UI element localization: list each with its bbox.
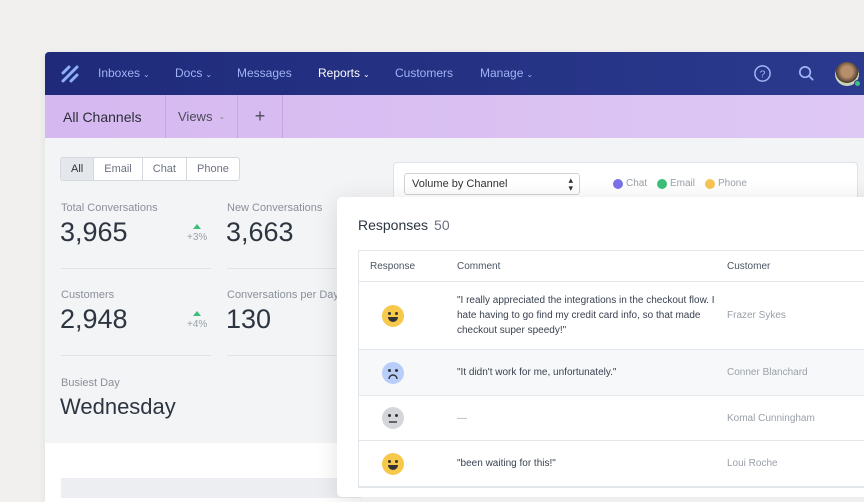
divider xyxy=(61,268,211,269)
legend-email[interactable]: Email xyxy=(657,178,695,189)
online-status-dot xyxy=(854,80,861,87)
legend-chat[interactable]: Chat xyxy=(613,178,647,189)
nav-manage[interactable]: Manage⌄ xyxy=(480,66,533,80)
divider xyxy=(227,355,347,356)
filter-phone[interactable]: Phone xyxy=(187,158,239,180)
page-title: All Channels xyxy=(45,95,166,138)
chart-type-select[interactable]: Volume by Channel▴▾ xyxy=(404,173,580,195)
responses-title: Responses50 xyxy=(358,217,450,233)
responses-table: Response Comment Customer "I really appr… xyxy=(358,250,864,488)
chevron-down-icon: ⌄ xyxy=(526,70,533,79)
up-arrow-icon xyxy=(193,311,201,316)
responses-count: 50 xyxy=(434,217,450,233)
response-cell xyxy=(359,305,457,327)
nav-reports[interactable]: Reports⌄ xyxy=(318,66,370,80)
col-comment[interactable]: Comment xyxy=(457,259,727,274)
happy-face-icon xyxy=(382,305,404,327)
comment-text: "It didn't work for me, unfortunately." xyxy=(457,365,727,380)
happy-face-icon xyxy=(382,453,404,475)
add-view-button[interactable]: + xyxy=(238,95,283,138)
customer-name[interactable]: Frazer Sykes xyxy=(727,310,786,321)
filter-all[interactable]: All xyxy=(61,158,94,180)
delta-badge: +3% xyxy=(187,224,207,243)
legend-dot xyxy=(657,179,667,189)
select-arrows-icon: ▴▾ xyxy=(568,176,573,192)
legend-dot xyxy=(705,179,715,189)
search-icon[interactable] xyxy=(797,64,816,83)
neutral-face-icon xyxy=(382,407,404,429)
delta-badge: +4% xyxy=(187,311,207,330)
table-row[interactable]: "I really appreciated the integrations i… xyxy=(359,282,864,350)
chevron-down-icon: ⌄ xyxy=(218,112,225,121)
top-nav: Inboxes⌄ Docs⌄ Messages Reports⌄ Custome… xyxy=(45,52,864,95)
nav-docs[interactable]: Docs⌄ xyxy=(175,66,212,80)
nav-customers[interactable]: Customers xyxy=(395,66,453,80)
stat-label: Busiest Day xyxy=(61,377,120,389)
sad-face-icon xyxy=(382,362,404,384)
stat-label: Conversations per Day xyxy=(227,289,339,301)
stat-value: 2,948 xyxy=(60,304,128,335)
stat-value: Wednesday xyxy=(60,394,176,420)
legend-phone[interactable]: Phone xyxy=(705,178,747,189)
logo-icon[interactable] xyxy=(61,65,79,83)
filter-chat[interactable]: Chat xyxy=(143,158,187,180)
nav-inboxes[interactable]: Inboxes⌄ xyxy=(98,66,150,80)
stat-value: 130 xyxy=(226,304,271,335)
nav-messages[interactable]: Messages xyxy=(237,66,292,80)
placeholder-bar xyxy=(61,478,361,498)
chevron-down-icon: ⌄ xyxy=(363,70,370,79)
filter-email[interactable]: Email xyxy=(94,158,143,180)
stat-label: New Conversations xyxy=(227,202,322,214)
col-customer[interactable]: Customer xyxy=(727,261,770,272)
responses-panel: Responses50 Response Comment Customer "I… xyxy=(337,197,864,497)
chevron-down-icon: ⌄ xyxy=(205,70,212,79)
stat-label: Total Conversations xyxy=(61,202,158,214)
col-response[interactable]: Response xyxy=(359,261,457,272)
response-cell xyxy=(359,407,457,429)
channel-filter: All Email Chat Phone xyxy=(60,157,240,181)
stat-value: 3,965 xyxy=(60,217,128,248)
legend-dot xyxy=(613,179,623,189)
table-row[interactable]: "It didn't work for me, unfortunately." … xyxy=(359,350,864,396)
comment-text: "been waiting for this!" xyxy=(457,456,727,471)
response-cell xyxy=(359,453,457,475)
customer-name[interactable]: Loui Roche xyxy=(727,458,778,469)
customer-name[interactable]: Conner Blanchard xyxy=(727,367,808,378)
response-cell xyxy=(359,362,457,384)
chevron-down-icon: ⌄ xyxy=(143,70,150,79)
table-header: Response Comment Customer xyxy=(359,251,864,282)
divider xyxy=(227,268,347,269)
table-row[interactable]: — Komal Cunningham xyxy=(359,396,864,441)
comment-text: — xyxy=(457,411,727,426)
customer-name[interactable]: Komal Cunningham xyxy=(727,413,815,424)
stat-value: 3,663 xyxy=(226,217,294,248)
table-row[interactable]: "been waiting for this!" Loui Roche xyxy=(359,441,864,487)
svg-text:?: ? xyxy=(760,69,766,80)
stat-label: Customers xyxy=(61,289,114,301)
comment-text: "I really appreciated the integrations i… xyxy=(457,293,727,338)
views-dropdown[interactable]: Views⌄ xyxy=(166,95,238,138)
up-arrow-icon xyxy=(193,224,201,229)
user-avatar[interactable] xyxy=(835,62,859,86)
sub-header: All Channels Views⌄ + xyxy=(45,95,864,138)
divider xyxy=(61,355,211,356)
help-icon[interactable]: ? xyxy=(753,64,772,83)
